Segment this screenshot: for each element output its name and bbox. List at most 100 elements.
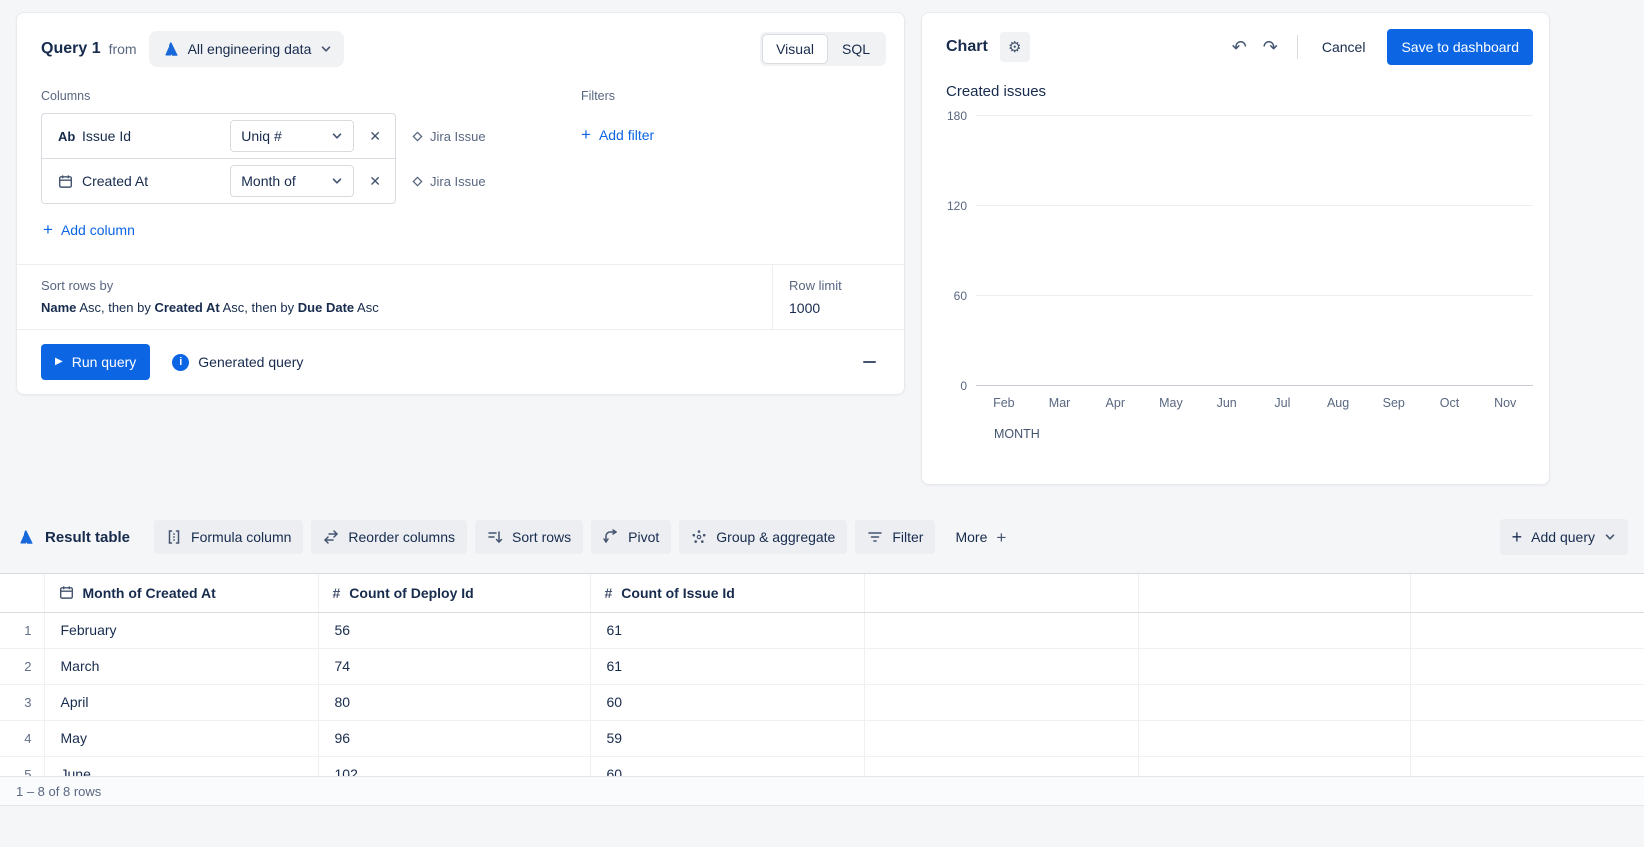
result-table-title: Result table (16, 528, 130, 546)
x-axis-label: Apr (1087, 396, 1143, 410)
table-cell[interactable]: 61 (590, 648, 864, 684)
empty-cell (1410, 648, 1644, 684)
cancel-button[interactable]: Cancel (1310, 31, 1378, 63)
column-pill-created-at[interactable]: Created At Month of ✕ (41, 158, 396, 204)
plot-area (976, 116, 1533, 386)
y-axis-label: 180 (947, 109, 967, 123)
remove-column-button[interactable]: ✕ (369, 128, 381, 145)
table-row-count: 1 – 8 of 8 rows (0, 776, 1644, 806)
formula-column-label: Formula column (191, 529, 291, 545)
minus-icon (863, 361, 876, 363)
table-header-row: Month of Created At # Count of Deploy Id… (0, 574, 1644, 612)
row-limit-value: 1000 (789, 300, 888, 316)
generated-query[interactable]: i Generated query (172, 354, 303, 371)
query-header: Query 1 from All engineering data Visual… (17, 13, 904, 73)
table-cell[interactable]: 102 (318, 756, 590, 776)
column-name: Issue Id (82, 128, 131, 144)
table-cell[interactable]: June (44, 756, 318, 776)
hash-icon: # (605, 585, 613, 601)
formula-column-button[interactable]: Formula column (154, 520, 303, 554)
table-cell[interactable]: 60 (590, 684, 864, 720)
jira-issue-icon (412, 176, 423, 187)
chevron-down-icon (1604, 531, 1616, 543)
row-limit[interactable]: Row limit 1000 (772, 265, 904, 329)
visual-mode-tab[interactable]: Visual (762, 34, 828, 64)
filter-button[interactable]: Filter (855, 520, 935, 554)
table-row: 3April8060 (0, 684, 1644, 720)
result-table-label: Result table (45, 529, 130, 546)
table-cell[interactable]: 60 (590, 756, 864, 776)
add-filter-label: Add filter (599, 127, 654, 143)
more-button[interactable]: More + (943, 520, 1018, 555)
table-cell[interactable]: 59 (590, 720, 864, 756)
collapse-panel-button[interactable] (861, 355, 878, 369)
data-source-label: All engineering data (188, 41, 312, 57)
column-pill-issue-id[interactable]: Ab Issue Id Uniq # ✕ (41, 113, 396, 159)
add-column-button[interactable]: + Add column (43, 221, 135, 238)
sort-rows-icon (487, 529, 503, 545)
hash-icon: # (333, 585, 341, 601)
bar-cell (1199, 233, 1255, 386)
empty-cell (1138, 684, 1410, 720)
reorder-columns-icon (323, 529, 339, 545)
chart-settings-button[interactable]: ⚙ (1000, 32, 1030, 62)
sort-label: Sort rows by (41, 278, 772, 293)
sort-rows-button[interactable]: Sort rows (475, 520, 583, 554)
empty-cell (864, 684, 1138, 720)
empty-column-header (1410, 574, 1644, 612)
run-query-button[interactable]: ▶ Run query (41, 344, 150, 380)
group-aggregate-button[interactable]: Group & aggregate (679, 520, 847, 554)
reorder-columns-button[interactable]: Reorder columns (311, 520, 467, 554)
pivot-button[interactable]: Pivot (591, 520, 671, 554)
filter-label: Filter (892, 529, 923, 545)
save-to-dashboard-button[interactable]: Save to dashboard (1387, 29, 1533, 65)
table-cell[interactable]: April (44, 684, 318, 720)
remove-column-button[interactable]: ✕ (369, 173, 381, 190)
text-type-icon: Ab (58, 129, 82, 144)
table-cell[interactable]: 56 (318, 612, 590, 648)
bars (976, 116, 1533, 386)
aggregate-dropdown-created-at[interactable]: Month of (230, 165, 354, 197)
column-source-label: Jira Issue (430, 129, 486, 144)
table-cell[interactable]: 96 (318, 720, 590, 756)
column-header-deploy-count[interactable]: # Count of Deploy Id (318, 574, 590, 612)
atlassian-logo-icon (161, 40, 179, 58)
x-axis-label: Mar (1032, 396, 1088, 410)
x-axis-title: MONTH (994, 427, 1533, 441)
x-axis-label: Sep (1366, 396, 1422, 410)
add-query-button[interactable]: + Add query (1500, 519, 1628, 555)
column-source-tag: Jira Issue (412, 174, 486, 189)
row-number: 5 (0, 756, 44, 776)
row-number: 1 (0, 612, 44, 648)
query-from-label: from (109, 41, 137, 57)
filters-label: Filters (581, 89, 654, 103)
table-cell[interactable]: 61 (590, 612, 864, 648)
x-axis-label: Jul (1255, 396, 1311, 410)
sort-rows-by[interactable]: Sort rows by Name Asc, then by Created A… (17, 265, 772, 329)
empty-cell (1410, 756, 1644, 776)
row-number: 2 (0, 648, 44, 684)
table-cell[interactable]: 80 (318, 684, 590, 720)
x-axis-label: Oct (1422, 396, 1478, 410)
undo-button[interactable]: ↶ (1225, 35, 1254, 60)
table-cell[interactable]: February (44, 612, 318, 648)
data-source-dropdown[interactable]: All engineering data (149, 31, 345, 67)
query-footer: ▶ Run query i Generated query (17, 329, 904, 394)
sql-mode-tab[interactable]: SQL (828, 34, 884, 64)
row-limit-label: Row limit (789, 278, 888, 293)
column-header-issue-count[interactable]: # Count of Issue Id (590, 574, 864, 612)
column-header-month[interactable]: Month of Created At (44, 574, 318, 612)
result-table: Month of Created At # Count of Deploy Id… (0, 573, 1644, 776)
empty-column-header (864, 574, 1138, 612)
table-cell[interactable]: March (44, 648, 318, 684)
reorder-columns-label: Reorder columns (348, 529, 455, 545)
row-number: 3 (0, 684, 44, 720)
column-header-label: Count of Deploy Id (349, 585, 473, 601)
table-cell[interactable]: 74 (318, 648, 590, 684)
redo-button[interactable]: ↷ (1256, 35, 1285, 60)
y-axis-label: 120 (947, 199, 967, 213)
table-cell[interactable]: May (44, 720, 318, 756)
add-filter-button[interactable]: + Add filter (581, 126, 654, 143)
filter-icon (867, 529, 883, 545)
aggregate-dropdown-issue-id[interactable]: Uniq # (230, 120, 354, 152)
